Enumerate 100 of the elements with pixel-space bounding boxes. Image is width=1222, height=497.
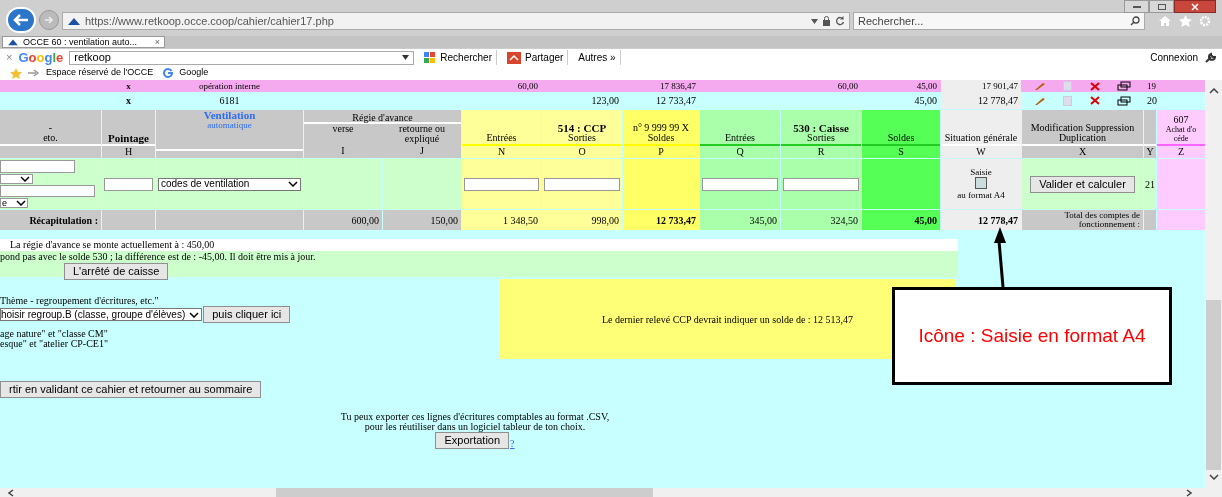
table-cell: 45,00 [862,210,940,230]
url-text: https://www.retkoop.occe.coop/cahier/cahier17.php [85,13,335,29]
vertical-scrollbar[interactable] [1205,80,1222,488]
table-cell: 345,00 [700,210,780,230]
pencil-icon[interactable] [1033,95,1046,106]
toolbar-button[interactable]: Autres » [574,50,621,65]
horizontal-scrollbar[interactable] [0,488,1222,497]
window-controls[interactable] [1124,0,1216,13]
column-letter: Q [736,146,744,157]
column-label: Entrées [725,133,755,143]
input-field[interactable] [0,185,95,197]
help-link[interactable]: ? [510,439,515,449]
cash-closing-button[interactable]: L'arrêté de caisse [64,263,169,280]
column-letter: S [898,146,904,157]
row-number: 21 [1145,177,1155,192]
column-letter: N [497,146,506,157]
exit-button[interactable]: rtir en validant ce cahier et retourner au sommaire [0,381,262,398]
scrollbar-thumb[interactable] [1206,300,1221,470]
input-field[interactable] [103,177,154,191]
table-cell-text: opération interne [197,80,262,92]
back-button[interactable] [6,7,36,33]
minimize-icon [1132,5,1141,8]
column-letter: Z [1177,146,1185,157]
input-field[interactable] [464,177,539,191]
site-icon [7,38,19,46]
forward-arrow-icon [44,16,54,24]
column-letter: H [124,146,133,157]
column-subtitle: Achat d'o céde [1164,125,1198,143]
table-cell: 12 778,47 [941,210,1021,230]
column-label: Soldes [887,133,915,143]
tab-close-button[interactable]: × [154,37,160,47]
browser-tab[interactable]: OCCE 60 : ventilation auto... × [2,36,165,48]
column-label: Modification Suppression Duplication [1029,123,1136,143]
input-field[interactable] [702,177,778,191]
wrench-icon[interactable] [1204,51,1216,64]
table-cell-text: 19 [1146,80,1156,92]
column-label: Sorties [568,133,596,143]
message-text: La régie d'avance se monte actuellement à : 450,00 [10,239,215,250]
column-label: retourne ou expliqué [398,124,446,146]
scroll-left-icon[interactable] [8,488,14,497]
column-label: verse [331,124,355,136]
toolbar-button[interactable]: Partager [503,50,569,65]
close-button[interactable]: × [6,49,13,66]
settings-icon[interactable] [1199,15,1211,27]
google-search-field[interactable]: retkoop [69,50,415,65]
example-text: age nature" et "classe CM" [0,329,109,339]
login-link[interactable]: Connexion [1150,50,1198,65]
dropdown[interactable]: e [0,198,28,208]
forward-button[interactable] [39,10,59,30]
recap-label: Total des comptes de fonctionnement : [1022,210,1143,230]
scroll-down-icon[interactable] [1208,474,1219,480]
delete-icon[interactable] [1089,81,1100,91]
duplicate-icon[interactable] [1117,95,1132,106]
dropdown[interactable]: codes de ventilation [158,177,301,191]
message-text: pond pas avec le solde 530 ; la différence est de : -45,00. Il doit être mis à jour. [0,251,317,263]
checkbox-icon[interactable] [1063,95,1073,106]
refresh-icon [835,16,845,26]
search-field[interactable]: Rechercher... [853,12,1145,30]
checkbox-icon[interactable] [1063,81,1073,91]
export-button[interactable]: Exportation [435,432,510,449]
input-field[interactable] [544,177,620,191]
favorites-star-icon[interactable] [10,67,22,79]
table-cell: 324,50 [781,210,861,230]
search-logo-icon [424,51,437,64]
ccp-note: Le dernier relevé CCP devrait indiquer un solde de : 12 513,47 [601,312,854,327]
scroll-up-icon[interactable] [1208,88,1219,94]
scrollbar-thumb[interactable] [276,488,653,497]
table-cell: 17 901,47 [941,80,1021,92]
checkbox-label: au format A4 [957,189,1005,201]
group-dropdown[interactable]: hoisir regroup.B (classe, groupe d'élèves) [0,308,203,321]
column-letter: Y [1146,146,1154,157]
input-field[interactable] [783,177,859,191]
dropdown-icon [811,18,818,24]
theme-text: Thème - regroupement d'écritures, etc." [0,295,160,306]
caret-icon [16,200,26,206]
address-bar[interactable]: https://www.retkoop.occe.coop/cahier/cahier17.php [62,12,850,30]
apply-button[interactable]: puis cliquer ici [203,306,291,323]
arrow-icon [28,69,40,77]
favorite-link[interactable]: Google [179,66,209,80]
validate-button[interactable]: Valider et calculer [1030,175,1135,193]
a4-checkbox[interactable] [975,177,987,189]
star-icon[interactable] [1179,15,1192,27]
column-label: Situation générale [944,133,1018,143]
back-arrow-icon [13,14,29,26]
export-text: pour les réutiliser dans un logiciel tableur de ton choix. [364,422,586,432]
delete-icon[interactable] [1089,96,1100,105]
column-subtitle: Soldes [647,133,675,143]
maximize-icon [1157,3,1166,10]
home-icon[interactable] [1158,15,1172,27]
scroll-right-icon[interactable] [1186,488,1192,497]
favorite-link[interactable]: Espace réservé de l'OCCE [46,66,154,80]
input-field[interactable] [0,160,75,173]
column-letter: I [340,146,346,158]
table-cell: 12 733,47 [623,210,699,230]
table-cell [1157,210,1205,230]
column-heading: Ventilation [203,110,256,120]
callout-text: Icône : Saisie en format A4 [918,324,1146,348]
toolbar-button[interactable]: Rechercher [420,50,497,65]
duplicate-icon[interactable] [1117,81,1132,91]
dropdown[interactable] [0,174,33,184]
